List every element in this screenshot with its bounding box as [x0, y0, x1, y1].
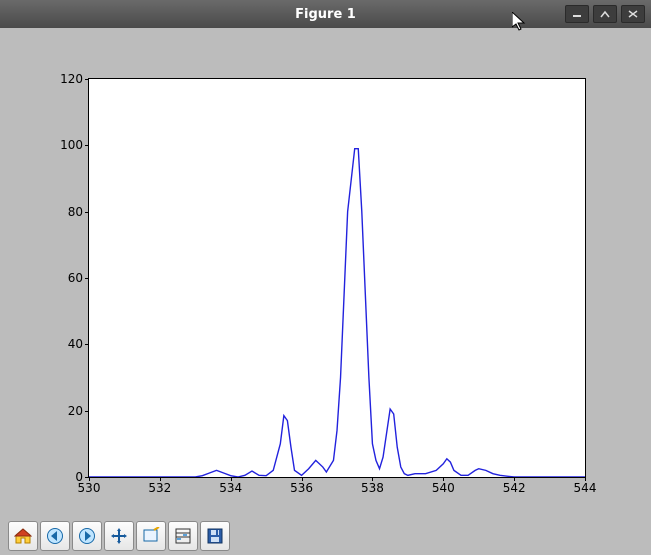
y-tick-mark [85, 278, 89, 279]
x-tick-label: 542 [503, 481, 526, 495]
maximize-icon [600, 10, 610, 18]
y-tick-label: 80 [68, 205, 83, 219]
arrow-left-icon [46, 527, 64, 545]
zoom-rect-icon [142, 527, 160, 545]
y-tick-mark [85, 411, 89, 412]
figure-window: Figure 1 0204060801001205305325345365385… [0, 0, 651, 555]
y-tick-label: 40 [68, 337, 83, 351]
home-button[interactable] [8, 521, 38, 551]
figure-canvas[interactable]: 020406080100120530532534536538540542544 [8, 34, 643, 517]
window-controls [565, 5, 651, 23]
y-tick-mark [85, 212, 89, 213]
y-tick-label: 20 [68, 404, 83, 418]
move-icon [110, 527, 128, 545]
y-tick-label: 120 [60, 72, 83, 86]
minimize-icon [572, 10, 582, 18]
series-line [89, 149, 585, 477]
save-button[interactable] [200, 521, 230, 551]
zoom-button[interactable] [136, 521, 166, 551]
close-icon [628, 10, 638, 18]
arrow-right-icon [78, 527, 96, 545]
mouse-cursor-icon [512, 12, 528, 32]
navigation-toolbar [8, 521, 230, 551]
window-title: Figure 1 [0, 7, 651, 22]
forward-button[interactable] [72, 521, 102, 551]
minimize-button[interactable] [565, 5, 589, 23]
axes[interactable]: 020406080100120530532534536538540542544 [88, 78, 586, 478]
subplots-icon [174, 527, 192, 545]
save-icon [206, 527, 224, 545]
x-tick-mark [231, 477, 232, 481]
y-tick-label: 60 [68, 271, 83, 285]
home-icon [14, 527, 32, 545]
y-tick-mark [85, 344, 89, 345]
line-plot [89, 79, 585, 477]
pan-button[interactable] [104, 521, 134, 551]
x-tick-label: 540 [432, 481, 455, 495]
x-tick-mark [585, 477, 586, 481]
x-tick-mark [443, 477, 444, 481]
x-tick-label: 532 [148, 481, 171, 495]
x-tick-label: 544 [574, 481, 597, 495]
x-tick-mark [372, 477, 373, 481]
y-tick-label: 100 [60, 138, 83, 152]
x-tick-label: 534 [219, 481, 242, 495]
x-tick-mark [89, 477, 90, 481]
y-tick-mark [85, 145, 89, 146]
close-button[interactable] [621, 5, 645, 23]
x-tick-mark [160, 477, 161, 481]
back-button[interactable] [40, 521, 70, 551]
x-tick-mark [302, 477, 303, 481]
x-tick-label: 538 [361, 481, 384, 495]
configure-subplots-button[interactable] [168, 521, 198, 551]
x-tick-label: 536 [290, 481, 313, 495]
x-tick-mark [514, 477, 515, 481]
maximize-button[interactable] [593, 5, 617, 23]
x-tick-label: 530 [78, 481, 101, 495]
title-bar: Figure 1 [0, 0, 651, 28]
y-tick-mark [85, 79, 89, 80]
